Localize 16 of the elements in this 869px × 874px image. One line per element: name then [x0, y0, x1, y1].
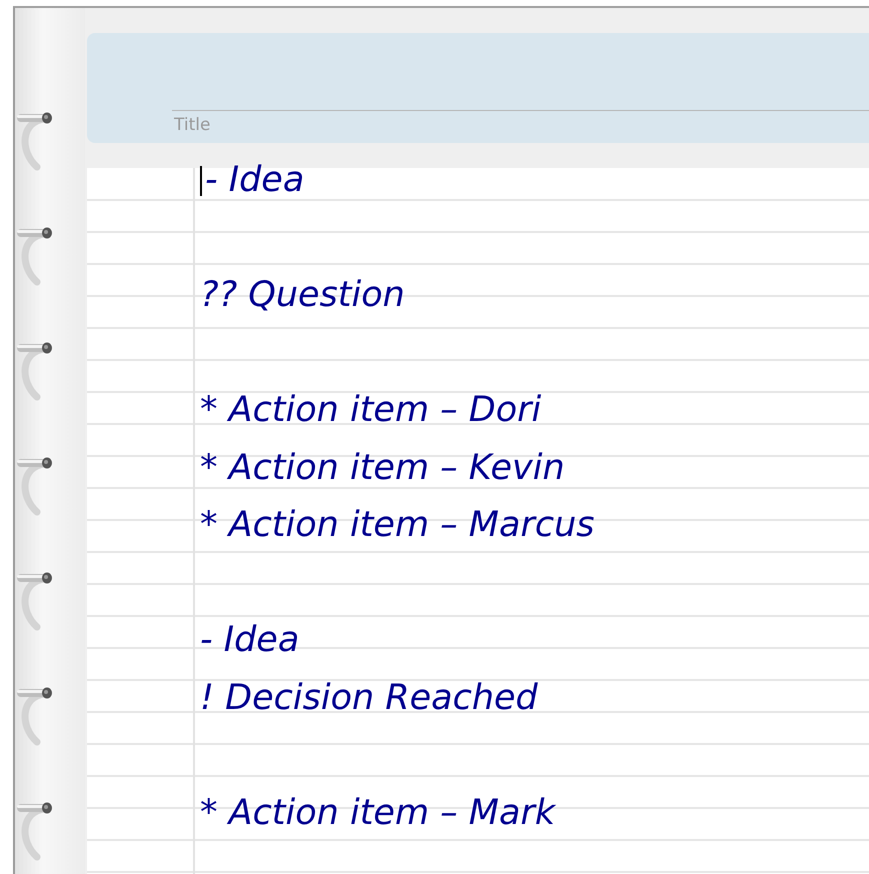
note-text: * Action item – Marcus — [200, 504, 595, 547]
binder-ring — [15, 801, 55, 861]
note-text: ! Decision Reached — [200, 676, 538, 720]
binder-ring — [15, 571, 55, 631]
binder-ring — [15, 456, 55, 516]
binder-ring — [15, 686, 55, 746]
note-text: * Action item – Mark — [200, 792, 556, 834]
title-field[interactable]: Title — [172, 110, 869, 139]
binder-ring — [15, 341, 55, 401]
binder-ring — [15, 111, 55, 171]
binder-ring — [15, 226, 55, 286]
note-text: - Idea — [205, 159, 304, 202]
note-text: ?? Question — [200, 274, 405, 317]
note-text: - Idea — [200, 619, 300, 662]
note-text: * Action item – Dori — [200, 389, 542, 432]
note-text: * Action item – Kevin — [200, 446, 565, 490]
